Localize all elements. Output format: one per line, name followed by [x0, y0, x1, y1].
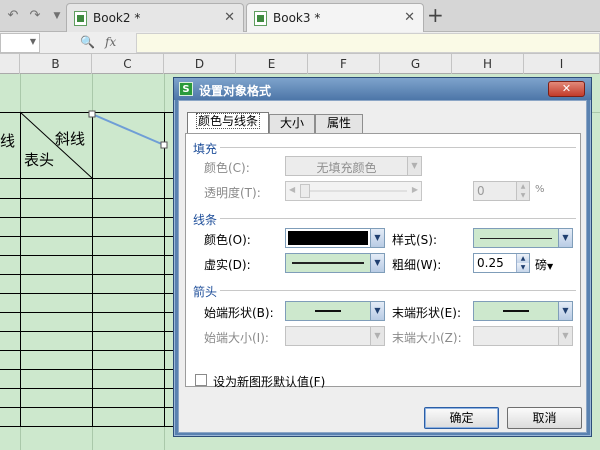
spreadsheet-doc-icon: [254, 11, 267, 26]
chevron-down-icon[interactable]: ▼: [558, 229, 572, 247]
spin-down-icon[interactable]: ▼: [516, 191, 529, 200]
tab-book3[interactable]: Book3 * ✕: [246, 3, 424, 32]
line-dash-dropdown[interactable]: ▼: [285, 253, 385, 273]
selected-line-shape[interactable]: [91, 113, 165, 146]
line-color-label: 颜色(O):: [204, 233, 251, 247]
chevron-down-icon: ▼: [547, 262, 554, 271]
tab-colors-and-lines[interactable]: 颜色与线条: [187, 112, 269, 134]
end-arrow-preview: [474, 310, 558, 312]
chevron-down-icon[interactable]: ▼: [370, 327, 384, 345]
chevron-down-icon[interactable]: ▼: [558, 327, 572, 345]
colors-and-lines-panel: 填充 颜色(C): 无填充颜色 ▼ 透明度(T): ◀ ▶ 0 ▲ ▼ % 线条: [185, 133, 581, 389]
cell-text-diagonal-top: 斜线: [55, 130, 86, 148]
name-box[interactable]: ▼: [0, 33, 40, 53]
undo-icon[interactable]: ↶: [6, 9, 20, 23]
tab-label: Book3 *: [273, 11, 321, 25]
tab-book2[interactable]: Book2 * ✕: [66, 3, 244, 32]
line-weight-unit: 磅: [535, 258, 548, 272]
wps-spreadsheet-icon: S: [179, 82, 193, 96]
tab-size[interactable]: 大小: [269, 114, 315, 133]
section-divider: [220, 290, 576, 291]
line-weight-value: 0.25: [477, 256, 504, 270]
begin-style-label: 始端形状(B):: [204, 306, 274, 320]
chevron-down-icon[interactable]: ▼: [558, 302, 572, 320]
section-divider: [220, 147, 576, 148]
spreadsheet-doc-icon: [74, 11, 87, 26]
slider-right-arrow-icon[interactable]: ▶: [412, 185, 418, 194]
name-box-dropdown-icon[interactable]: ▼: [30, 37, 36, 46]
fill-color-value: 无填充颜色: [316, 161, 377, 175]
slider-thumb[interactable]: [300, 184, 310, 198]
formula-bar: ▼ 🔍 fx: [0, 32, 600, 54]
redo-icon[interactable]: ↷: [28, 9, 42, 23]
begin-size-dropdown[interactable]: ▼: [285, 326, 385, 346]
begin-size-label: 始端大小(I):: [204, 331, 269, 345]
close-tab-icon[interactable]: ✕: [224, 10, 235, 25]
transparency-spinner[interactable]: 0 ▲ ▼: [473, 181, 530, 201]
line-color-swatch: [288, 231, 368, 245]
fill-color-label: 颜色(C):: [204, 161, 250, 175]
tab-label: Book2 *: [93, 11, 141, 25]
line-weight-unit-dropdown[interactable]: 磅▼: [535, 256, 553, 273]
dialog-title-bar[interactable]: S 设置对象格式 ✕: [174, 78, 591, 100]
end-size-label: 末端大小(Z):: [392, 331, 462, 345]
selection-handle[interactable]: [160, 141, 168, 149]
begin-arrow-preview: [286, 310, 370, 312]
chevron-down-icon[interactable]: ▼: [407, 157, 421, 175]
cell-text-diagonal-bottom: 表头: [24, 151, 55, 169]
fill-section-title: 填充: [193, 142, 218, 156]
set-default-label: 设为新图形默认值(F): [213, 375, 326, 389]
section-divider: [220, 218, 576, 219]
dialog-body: 颜色与线条 大小 属性 填充 颜色(C): 无填充颜色 ▼ 透明度(T): ◀ …: [178, 100, 587, 433]
line-style-dropdown[interactable]: ▼: [473, 228, 573, 248]
format-object-dialog: S 设置对象格式 ✕ 颜色与线条 大小 属性 填充 颜色(C): 无填充颜色 ▼…: [173, 77, 592, 437]
end-style-dropdown[interactable]: ▼: [473, 301, 573, 321]
formula-input[interactable]: [136, 33, 600, 53]
chevron-down-icon[interactable]: ▼: [370, 254, 384, 272]
transparency-value: 0: [477, 184, 485, 198]
close-tab-icon[interactable]: ✕: [404, 10, 415, 25]
line-dash-preview: [292, 262, 364, 264]
tab-properties[interactable]: 属性: [315, 114, 363, 133]
spin-down-icon[interactable]: ▼: [516, 263, 529, 272]
document-tab-bar: ↶ ↷ ▼ Book2 * ✕ Book3 * ✕ +: [0, 0, 600, 32]
begin-style-dropdown[interactable]: ▼: [285, 301, 385, 321]
selection-handle[interactable]: [88, 110, 96, 118]
fill-color-dropdown[interactable]: 无填充颜色 ▼: [285, 156, 422, 176]
tab-label: 颜色与线条: [195, 113, 260, 129]
zoom-lookup-icon[interactable]: 🔍: [80, 35, 95, 49]
arrows-section-title: 箭头: [193, 285, 218, 299]
ok-button[interactable]: 确定: [424, 407, 499, 429]
line-style-preview: [480, 238, 552, 239]
line-color-dropdown[interactable]: ▼: [285, 228, 385, 248]
line-weight-label: 粗细(W):: [392, 258, 442, 272]
end-size-dropdown[interactable]: ▼: [473, 326, 573, 346]
chevron-down-icon[interactable]: ▼: [370, 229, 384, 247]
transparency-label: 透明度(T):: [204, 186, 261, 200]
slider-track: [300, 190, 407, 192]
line-style-label: 样式(S):: [392, 233, 438, 247]
cell-text-partial: 线: [0, 132, 16, 150]
line-section-title: 线条: [193, 213, 218, 227]
line-dash-label: 虚实(D):: [204, 258, 251, 272]
slider-left-arrow-icon[interactable]: ◀: [289, 185, 295, 194]
insert-function-icon[interactable]: fx: [105, 35, 116, 49]
chevron-down-icon[interactable]: ▼: [370, 302, 384, 320]
dialog-close-button[interactable]: ✕: [548, 81, 585, 97]
end-style-label: 末端形状(E):: [392, 306, 461, 320]
spin-up-icon[interactable]: ▲: [516, 182, 529, 191]
set-default-checkbox[interactable]: [195, 374, 207, 386]
cancel-button[interactable]: 取消: [507, 407, 582, 429]
new-tab-button[interactable]: +: [427, 5, 444, 25]
dialog-title: 设置对象格式: [199, 84, 272, 98]
percent-unit: %: [535, 184, 545, 195]
line-weight-spinner[interactable]: 0.25 ▲ ▼: [473, 253, 530, 273]
quick-access-dropdown-icon[interactable]: ▼: [50, 9, 64, 23]
spin-up-icon[interactable]: ▲: [516, 254, 529, 263]
transparency-slider[interactable]: ◀ ▶: [285, 181, 422, 201]
